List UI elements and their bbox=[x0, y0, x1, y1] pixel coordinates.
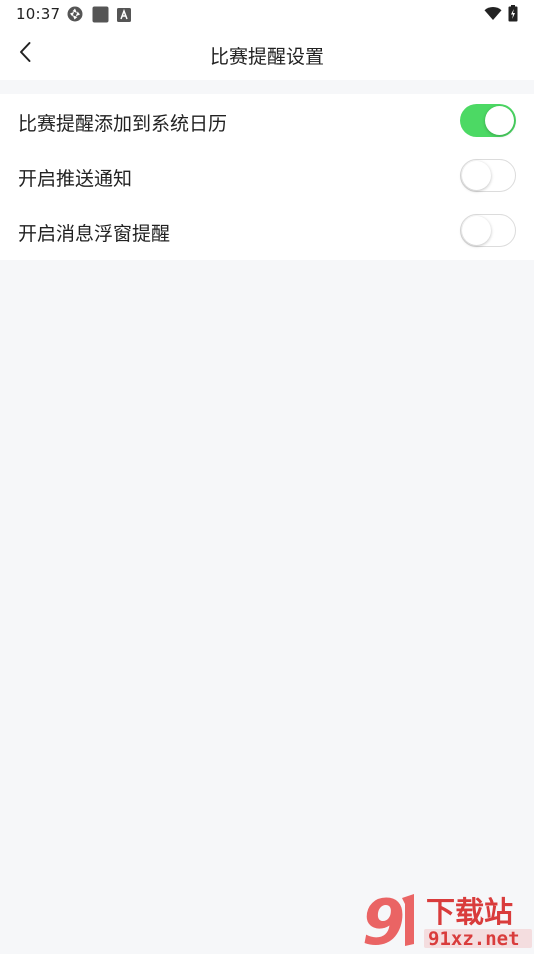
svg-text:91xz.net: 91xz.net bbox=[428, 928, 520, 950]
battery-icon bbox=[508, 5, 518, 26]
toggle-knob bbox=[462, 160, 491, 190]
wifi-icon bbox=[484, 6, 502, 25]
toggle-knob bbox=[462, 215, 491, 245]
status-notification-icons bbox=[66, 5, 131, 27]
toggle-knob bbox=[485, 106, 514, 135]
calendar-toggle[interactable] bbox=[460, 104, 516, 137]
setting-row-floating: 开启消息浮窗提醒 bbox=[0, 204, 534, 259]
nav-bar: 比赛提醒设置 bbox=[0, 28, 534, 80]
square-app-icon bbox=[92, 6, 109, 27]
push-notification-toggle[interactable] bbox=[460, 159, 516, 192]
aperture-icon bbox=[66, 5, 84, 27]
svg-text:9: 9 bbox=[362, 890, 405, 950]
settings-list: 比赛提醒添加到系统日历 开启推送通知 开启消息浮窗提醒 bbox=[0, 94, 534, 260]
setting-label-floating: 开启消息浮窗提醒 bbox=[18, 223, 171, 245]
setting-label-calendar: 比赛提醒添加到系统日历 bbox=[18, 113, 228, 135]
setting-row-calendar: 比赛提醒添加到系统日历 bbox=[0, 94, 534, 149]
a-app-icon bbox=[117, 7, 131, 26]
page-title: 比赛提醒设置 bbox=[209, 46, 324, 68]
svg-text:下载站: 下载站 bbox=[426, 895, 513, 929]
floating-window-toggle[interactable] bbox=[460, 214, 516, 247]
status-bar: 10:37 bbox=[0, 0, 534, 28]
status-system-icons bbox=[484, 5, 518, 26]
watermark-logo: 9 下载站 91xz.net bbox=[362, 886, 534, 954]
setting-row-push: 开启推送通知 bbox=[0, 149, 534, 204]
setting-label-push: 开启推送通知 bbox=[18, 168, 133, 190]
status-time: 10:37 bbox=[16, 5, 61, 23]
